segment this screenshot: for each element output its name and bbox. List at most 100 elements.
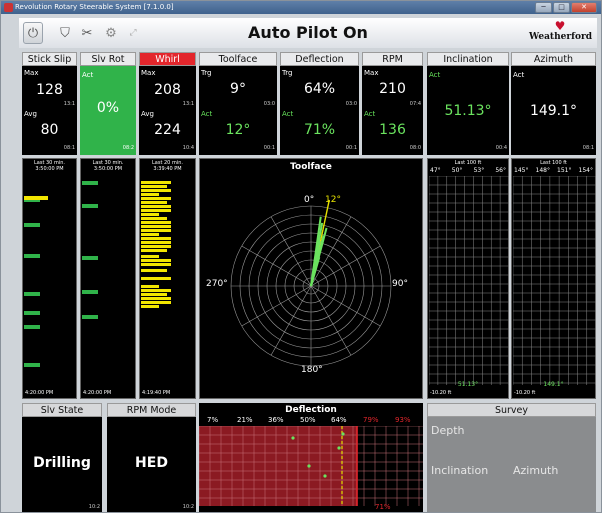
act-label: Act	[82, 71, 94, 79]
tile-title: Slv Rot	[80, 52, 136, 66]
close-button[interactable]: ✕	[571, 2, 597, 13]
history-bar	[141, 241, 171, 244]
history-bar	[141, 301, 171, 304]
weatherford-logo: ♥ Weatherford	[529, 19, 593, 42]
rpm-mode-panel: RPM Mode HED 10:2	[107, 403, 196, 512]
timestamp: 08:1	[582, 145, 594, 151]
history-bar	[24, 310, 40, 315]
act-label: Act	[364, 110, 376, 118]
history-bar	[82, 204, 98, 209]
history-bar	[141, 225, 171, 228]
whirl-history-chart: Last 20 min. 3:39:40 PM 4:19:40 PM	[139, 158, 196, 399]
tile-inclination[interactable]: Inclination Act 51.13° 00:4	[427, 52, 509, 155]
deflection-point	[307, 464, 311, 468]
tile-deflection[interactable]: Deflection Trg 64% 03:0 Act 71% 00:1	[280, 52, 359, 155]
inclination-label: Inclination	[431, 464, 489, 477]
tile-stick-slip[interactable]: Stick Slip Max 128 13:1 Avg 80 08:1	[22, 52, 77, 155]
tick-label: 145°	[514, 167, 529, 174]
tick-label: 56°	[495, 167, 506, 174]
act-label: Act	[282, 110, 294, 118]
history-bar	[82, 256, 98, 261]
history-bar	[24, 325, 40, 330]
grid	[513, 176, 596, 385]
tick-label: 50°	[451, 167, 463, 174]
tick-label: 154°	[578, 167, 593, 174]
survey-panel: Survey Depth Inclination Azimuth	[427, 403, 596, 512]
history-bar	[82, 314, 98, 319]
history-bar	[141, 255, 159, 258]
history-bar	[141, 213, 159, 216]
tick-label: 148°	[535, 167, 550, 174]
tile-slv-rot[interactable]: Slv Rot Act 0% 08:2	[80, 52, 136, 155]
history-bar	[141, 293, 167, 296]
panel-title: Slv State	[22, 403, 102, 417]
history-bar	[141, 221, 171, 224]
page-title: Auto Pilot On	[248, 23, 368, 42]
avg-value: 80	[40, 122, 59, 138]
history-bar	[141, 205, 171, 208]
avg-label: Avg	[141, 110, 154, 118]
deflection-history-panel: Deflection 7% 21% 36% 50% 64% 79% 93% 71…	[199, 403, 423, 512]
trg-value: 64%	[303, 81, 336, 97]
deflection-ticks: 7% 21% 36% 50% 64% 79% 93%	[199, 416, 423, 425]
tick-label: 36%	[268, 416, 284, 424]
slv-state-panel: Slv State Drilling 10:2	[22, 403, 102, 512]
depth-label: Depth	[431, 424, 465, 437]
tick-label: 151°	[557, 167, 572, 174]
chart-start-time: 3:50:00 PM	[35, 166, 64, 172]
slv-rot-history-chart: Last 30 min. 3:50:00 PM 4:20:00 PM	[80, 158, 136, 399]
history-bar	[141, 277, 171, 280]
polar-label-90: 90°	[392, 279, 408, 289]
panel-title: Survey	[427, 403, 596, 417]
timestamp: 08:2	[122, 145, 134, 151]
act-label: Act	[513, 71, 525, 79]
history-bar	[141, 181, 171, 184]
max-label: Max	[141, 69, 156, 77]
history-bar	[141, 289, 171, 292]
stick-slip-history-chart: Last 30 min. 3:50:00 PM 4:20:00 PM	[22, 158, 77, 399]
slv-state-value: Drilling	[33, 455, 91, 471]
tick-label: 21%	[237, 416, 253, 424]
chart-header: Last 100 ft	[540, 160, 567, 166]
tile-title: Azimuth	[511, 52, 596, 66]
chart-end-time: 4:19:40 PM	[142, 390, 171, 396]
logo-text: Weatherford	[529, 32, 593, 42]
history-bar	[82, 181, 98, 186]
tick-label: 79%	[363, 416, 379, 424]
depth-offset: -10.20 ft	[514, 390, 536, 396]
tile-title: Stick Slip	[22, 52, 77, 66]
tile-rpm[interactable]: RPM Max 210 07:4 Act 136 08:0	[362, 52, 423, 155]
tick-label: 53°	[473, 167, 485, 174]
timestamp: 08:1	[63, 145, 75, 151]
trg-label: Trg	[201, 69, 212, 77]
timestamp: 08:0	[409, 145, 421, 151]
deflection-point	[323, 474, 327, 478]
tick-label: 64%	[331, 416, 347, 424]
history-bar	[24, 222, 40, 227]
toolface-polar-chart: Toolface 0° 12° 90° 180° 270°	[199, 158, 423, 399]
trg-value: 9°	[230, 81, 246, 97]
panel-title: RPM Mode	[107, 403, 196, 417]
tile-whirl[interactable]: Whirl Max 208 13:1 Avg 224 10:4	[139, 52, 196, 155]
avg-value: 224	[154, 122, 181, 138]
title-bar: Revolution Rotary Steerable System [7.1.…	[1, 1, 601, 14]
max-value: 128	[36, 82, 63, 98]
rpm-mode-value: HED	[135, 455, 168, 471]
tick-label: 93%	[395, 416, 411, 424]
act-value: 12°	[225, 122, 251, 138]
chart-start-time: 3:50:00 PM	[93, 166, 123, 172]
avg-label: Avg	[24, 110, 37, 118]
deflection-zone	[199, 426, 357, 506]
history-bar	[141, 269, 167, 272]
tile-toolface[interactable]: Toolface Trg 9° 03:0 Act 12° 00:1	[199, 52, 277, 155]
timestamp: 10:4	[182, 145, 194, 151]
tile-title: Toolface	[199, 52, 277, 66]
tile-azimuth[interactable]: Azimuth Act 149.1° 08:1	[511, 52, 596, 155]
timestamp: 03:0	[345, 101, 357, 107]
max-label: Max	[364, 69, 379, 77]
maximize-button[interactable]: □	[553, 2, 570, 13]
act-label: Act	[201, 110, 213, 118]
window-controls: ─ □ ✕	[535, 2, 597, 13]
minimize-button[interactable]: ─	[535, 2, 552, 13]
panel-title: Deflection	[285, 405, 337, 415]
